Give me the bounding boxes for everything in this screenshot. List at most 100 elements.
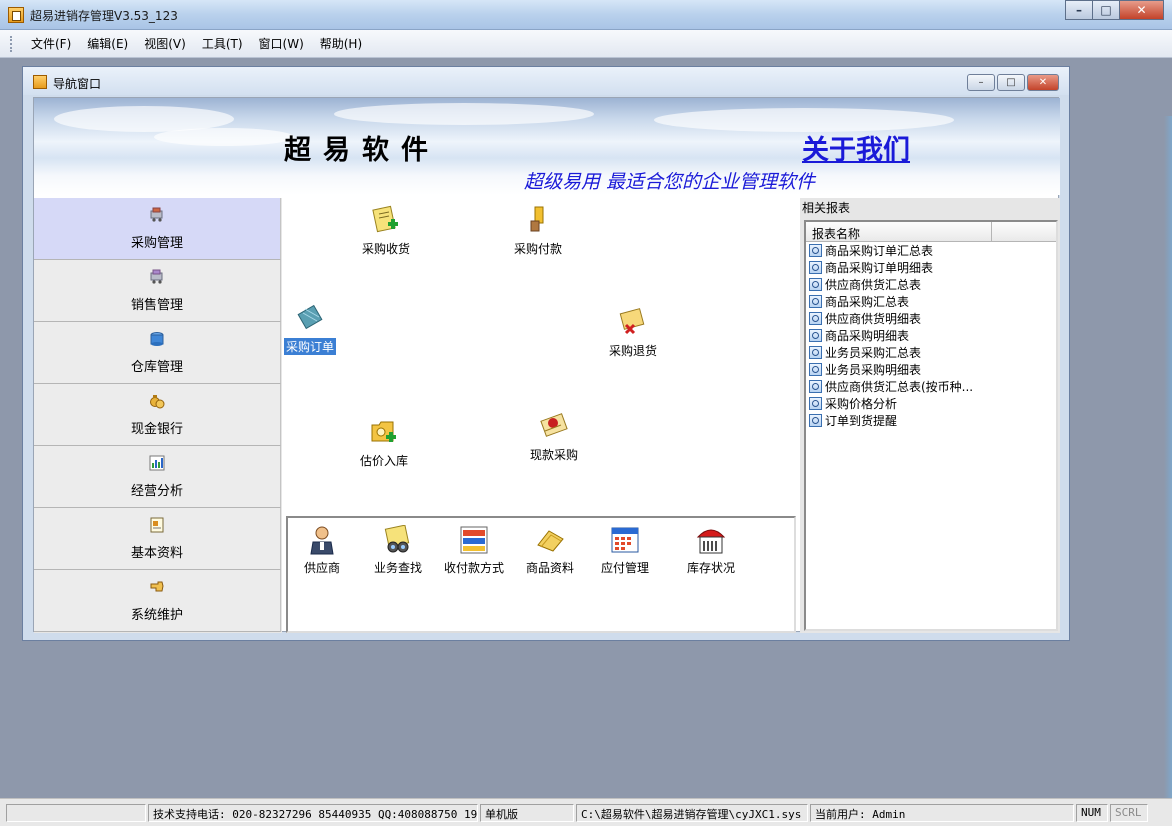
status-bar: 技术支持电话: 020-82327296 85440935 QQ:4080887… <box>0 798 1172 826</box>
payment-method-icon <box>458 524 490 556</box>
payable-calendar-icon <box>609 524 641 556</box>
reports-title: 相关报表 <box>802 201 851 215</box>
category-label: 基本资料 <box>130 545 183 561</box>
document-icon <box>149 517 165 533</box>
function-area: 采购收货 采购付款 采购订单 采购退货 估价入库 现款采购 <box>284 198 798 516</box>
minimize-button[interactable]: – <box>1065 0 1092 20</box>
category-basic-data[interactable]: 基本资料 <box>34 508 281 570</box>
supplier-icon <box>306 524 338 556</box>
report-icon <box>809 244 822 257</box>
mdi-client-area: 导航窗口 – □ ✕ 超易软件 关于我们 超级易用 最适合您的企业管理软件 采购… <box>0 58 1172 826</box>
tool-label: 应付管理 <box>601 561 650 575</box>
tool-inventory-status[interactable]: 库存状况 <box>687 524 735 576</box>
menu-edit[interactable]: 编辑(E) <box>79 35 136 52</box>
report-item[interactable]: 商品采购明细表 <box>806 327 1056 344</box>
cash-purchase-icon <box>538 410 570 442</box>
app-icon <box>8 7 24 23</box>
report-item[interactable]: 业务员采购明细表 <box>806 361 1056 378</box>
tool-label: 商品资料 <box>526 561 575 575</box>
status-blank <box>6 803 146 822</box>
tool-label: 库存状况 <box>687 561 736 575</box>
menu-file[interactable]: 文件(F) <box>23 35 79 52</box>
tool-product-info[interactable]: 商品资料 <box>526 524 574 576</box>
tool-payment-method[interactable]: 收付款方式 <box>444 524 504 576</box>
estimate-stock-in-icon <box>368 416 400 448</box>
category-label: 现金银行 <box>130 421 183 437</box>
tool-payable-management[interactable]: 应付管理 <box>601 524 649 576</box>
status-support-phone: 技术支持电话: 020-82327296 85440935 QQ:4080887… <box>148 803 478 822</box>
navigation-window-titlebar[interactable]: 导航窗口 – □ ✕ <box>23 67 1069 95</box>
category-sales[interactable]: 销售管理 <box>34 260 281 322</box>
report-item[interactable]: 商品采购订单明细表 <box>806 259 1056 276</box>
column-header-report-name[interactable]: 报表名称 <box>806 222 992 241</box>
menu-view[interactable]: 视图(V) <box>136 35 194 52</box>
tool-business-search[interactable]: 业务查找 <box>374 524 422 576</box>
app-titlebar: 超易进销存管理V3.53_123 – □ ✕ <box>0 0 1172 30</box>
report-item[interactable]: 采购价格分析 <box>806 395 1056 412</box>
function-label: 采购收货 <box>362 242 411 256</box>
maximize-button[interactable]: □ <box>1092 0 1119 20</box>
report-icon <box>809 295 822 308</box>
report-item[interactable]: 供应商供货明细表 <box>806 310 1056 327</box>
category-label: 销售管理 <box>130 297 183 313</box>
func-purchase-order[interactable]: 采购订单 <box>284 302 337 355</box>
report-icon <box>809 346 822 359</box>
toolbar-grip[interactable] <box>10 35 13 52</box>
money-bag-icon <box>149 393 165 409</box>
func-cash-purchase[interactable]: 现款采购 <box>530 410 578 463</box>
shortcut-toolbar: 供应商 业务查找 收付款方式 商品资料 应付管理 库存状况 <box>286 516 796 633</box>
report-icon <box>809 380 822 393</box>
category-warehouse[interactable]: 仓库管理 <box>34 322 281 384</box>
child-minimize-button[interactable]: – <box>967 74 995 91</box>
report-item[interactable]: 商品采购订单汇总表 <box>806 242 1056 259</box>
payment-icon <box>522 204 554 236</box>
category-list: 采购管理 销售管理 仓库管理 现金银行 经营分析 基本资料 系统维护 <box>34 198 282 633</box>
child-close-button[interactable]: ✕ <box>1027 74 1059 91</box>
bar-chart-icon <box>149 455 165 471</box>
menu-tools[interactable]: 工具(T) <box>194 35 251 52</box>
related-reports-panel: 相关报表 报表名称 商品采购订单汇总表 商品采购订单明细表 供应商供货汇总表 商… <box>800 198 1060 633</box>
status-edition: 单机版 <box>480 803 574 822</box>
menubar: 文件(F) 编辑(E) 视图(V) 工具(T) 窗口(W) 帮助(H) <box>0 30 1172 58</box>
brand-title: 超易软件 <box>284 135 440 166</box>
about-us-link[interactable]: 关于我们 <box>802 128 910 167</box>
report-item[interactable]: 商品采购汇总表 <box>806 293 1056 310</box>
tool-supplier[interactable]: 供应商 <box>304 524 340 576</box>
receive-goods-icon <box>370 204 402 236</box>
func-purchase-return[interactable]: 采购退货 <box>609 306 657 359</box>
desktop-edge <box>1164 116 1172 826</box>
report-item[interactable]: 供应商供货汇总表(按币种... <box>806 378 1056 395</box>
close-button[interactable]: ✕ <box>1119 0 1164 20</box>
function-label: 采购退货 <box>609 344 658 358</box>
tool-label: 业务查找 <box>374 561 423 575</box>
category-cash-bank[interactable]: 现金银行 <box>34 384 281 446</box>
hand-pointer-icon <box>149 579 165 595</box>
report-item[interactable]: 业务员采购汇总表 <box>806 344 1056 361</box>
func-purchase-receive[interactable]: 采购收货 <box>362 204 410 257</box>
child-window-controls: – □ ✕ <box>967 74 1059 91</box>
column-header-empty[interactable] <box>992 222 1056 241</box>
report-item[interactable]: 供应商供货汇总表 <box>806 276 1056 293</box>
function-label: 估价入库 <box>360 454 409 468</box>
navigation-window-title: 导航窗口 <box>53 77 102 91</box>
menu-help[interactable]: 帮助(H) <box>312 35 370 52</box>
child-maximize-button[interactable]: □ <box>997 74 1025 91</box>
category-business-analysis[interactable]: 经营分析 <box>34 446 281 508</box>
category-label: 采购管理 <box>130 235 183 251</box>
banner: 超易软件 关于我们 超级易用 最适合您的企业管理软件 <box>34 98 1060 195</box>
status-current-user: 当前用户: Admin <box>810 803 1074 822</box>
category-system-maintenance[interactable]: 系统维护 <box>34 570 281 632</box>
status-file-path: C:\超易软件\超易进销存管理\cyJXC1.sys <box>576 803 808 822</box>
menu-window[interactable]: 窗口(W) <box>251 35 312 52</box>
category-purchase[interactable]: 采购管理 <box>34 198 281 260</box>
app-title: 超易进销存管理V3.53_123 <box>30 9 178 23</box>
search-binoculars-icon <box>382 524 414 556</box>
function-label: 采购订单 <box>284 338 337 355</box>
report-item[interactable]: 订单到货提醒 <box>806 412 1056 429</box>
warehouse-icon <box>149 331 165 347</box>
func-purchase-payment[interactable]: 采购付款 <box>514 204 562 257</box>
func-estimate-stock-in[interactable]: 估价入库 <box>360 416 408 469</box>
inventory-store-icon <box>695 524 727 556</box>
window-icon <box>33 75 47 89</box>
report-icon <box>809 329 822 342</box>
